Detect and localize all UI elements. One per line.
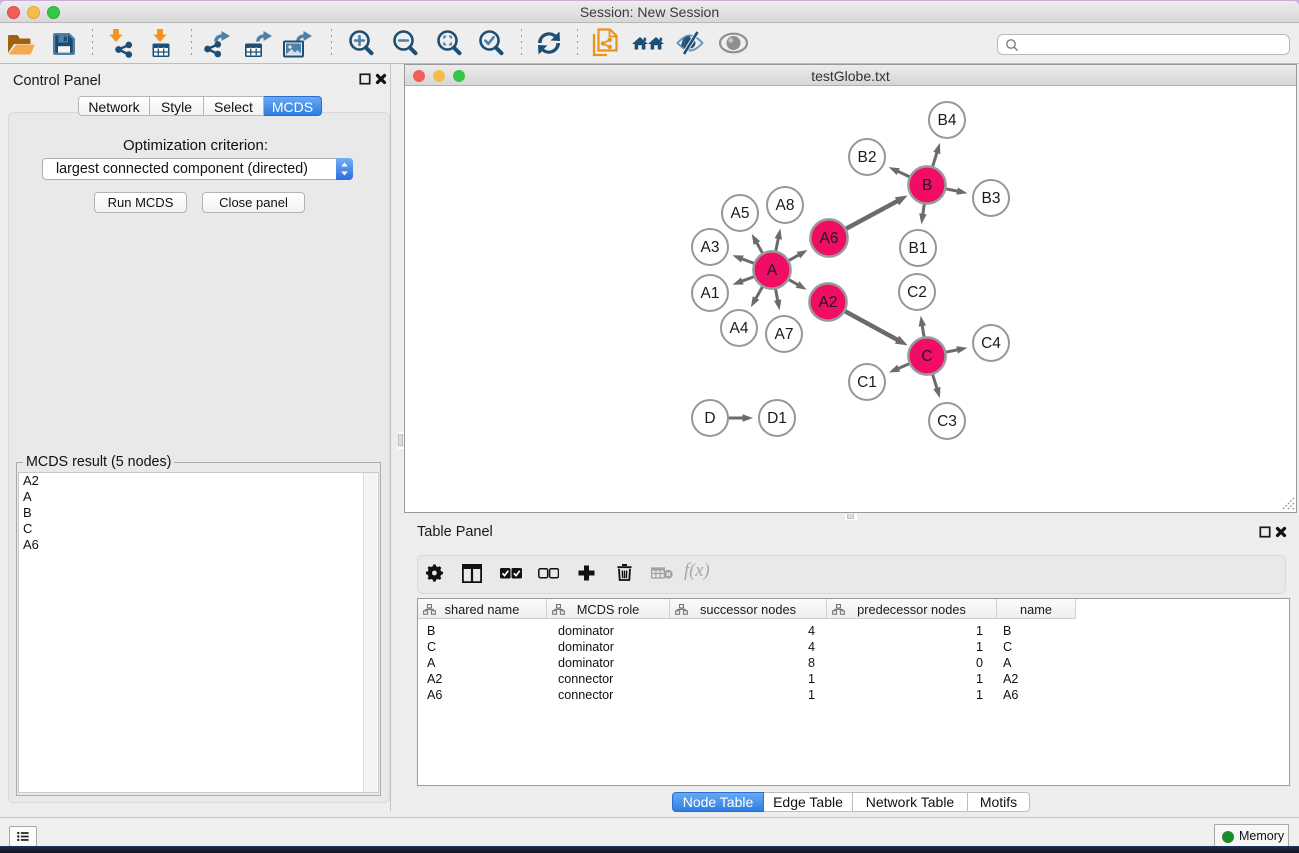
svg-text:A3: A3 <box>701 239 720 256</box>
svg-text:C: C <box>921 348 932 365</box>
svg-text:A4: A4 <box>730 320 749 337</box>
svg-text:D1: D1 <box>767 410 787 427</box>
svg-text:A8: A8 <box>776 197 795 214</box>
svg-text:A1: A1 <box>701 285 720 302</box>
svg-text:B3: B3 <box>982 190 1001 207</box>
svg-text:B4: B4 <box>938 112 957 129</box>
svg-text:A6: A6 <box>820 230 839 247</box>
svg-text:C4: C4 <box>981 335 1001 352</box>
svg-text:A: A <box>767 262 778 279</box>
svg-text:B1: B1 <box>909 240 928 257</box>
svg-text:A2: A2 <box>819 294 838 311</box>
svg-text:B: B <box>922 177 932 194</box>
svg-text:C3: C3 <box>937 413 957 430</box>
svg-text:C1: C1 <box>857 374 877 391</box>
svg-text:A7: A7 <box>775 326 794 343</box>
svg-text:D: D <box>704 410 715 427</box>
svg-text:B2: B2 <box>858 149 877 166</box>
svg-text:C2: C2 <box>907 284 927 301</box>
svg-text:A5: A5 <box>731 205 750 222</box>
